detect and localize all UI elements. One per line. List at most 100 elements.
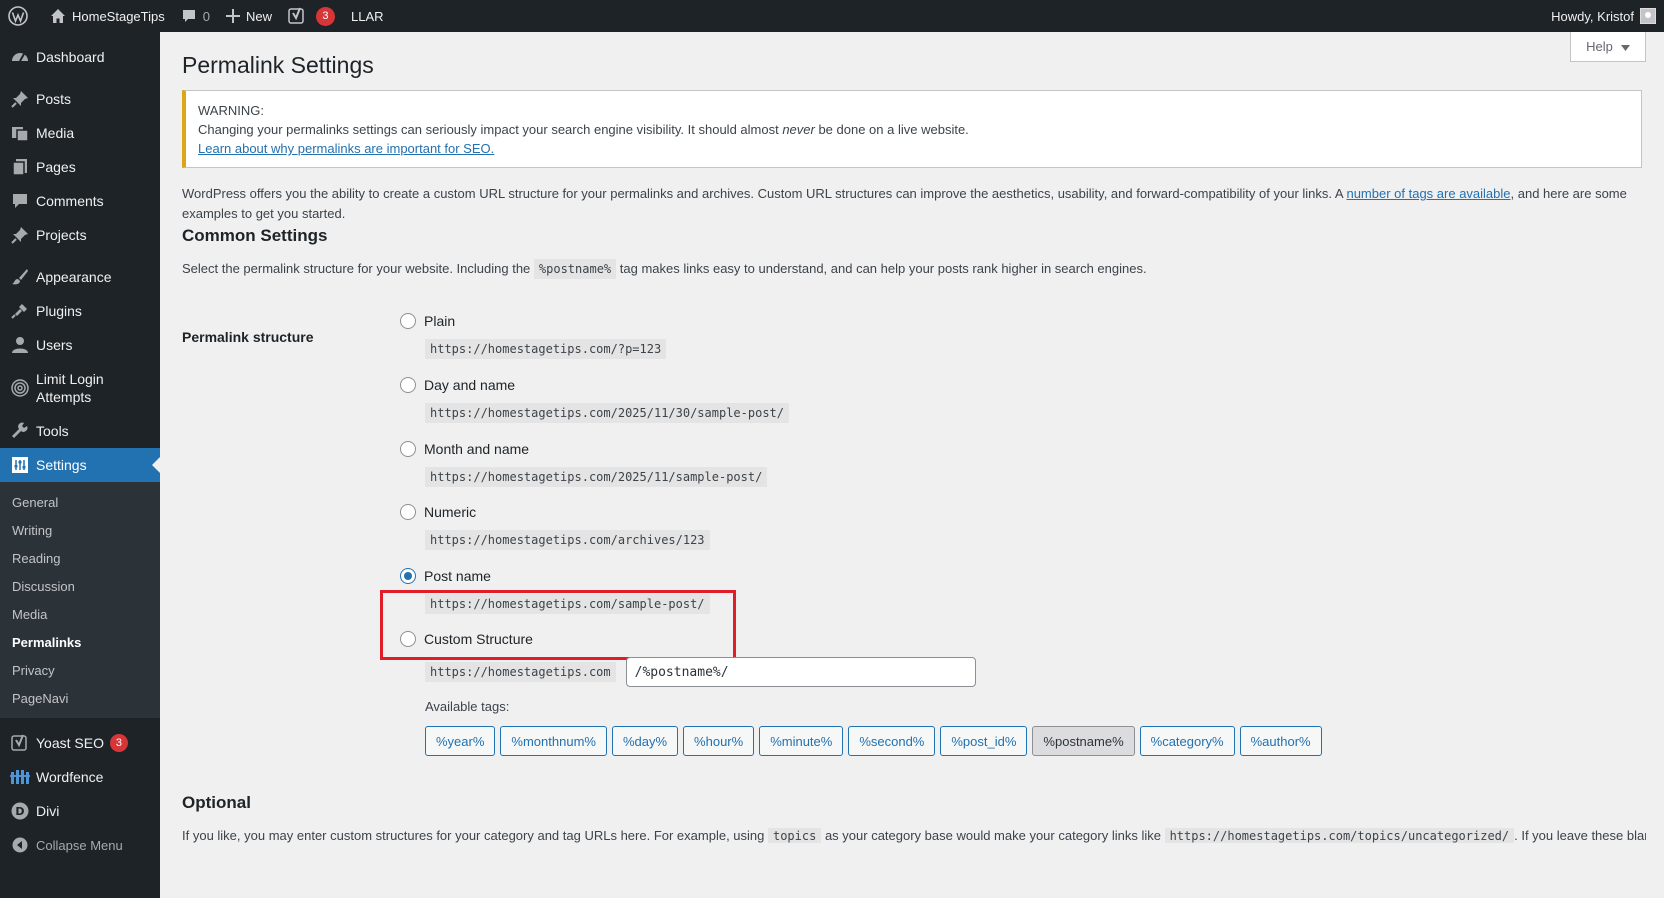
site-name-label: HomeStageTips [72, 8, 165, 24]
seo-permalinks-link[interactable]: Learn about why permalinks are important… [198, 141, 494, 156]
divi-logo-icon: D [10, 801, 30, 821]
tag-button-category[interactable]: %category% [1139, 726, 1235, 756]
warning-notice: WARNING: Changing your permalinks settin… [182, 90, 1642, 168]
site-name-link[interactable]: HomeStageTips [42, 0, 173, 32]
radio-numeric[interactable] [400, 504, 416, 520]
submenu-item-discussion[interactable]: Discussion [0, 572, 160, 600]
sidebar-item-label: Yoast SEO [36, 735, 104, 751]
svg-text:D: D [15, 805, 24, 818]
submenu-item-permalinks[interactable]: Permalinks [0, 628, 160, 656]
radio-month-and-name[interactable] [400, 441, 416, 457]
sidebar-item-label: Pages [36, 159, 76, 175]
sidebar-item-label: Media [36, 125, 75, 141]
tag-button-post-id[interactable]: %post_id% [940, 726, 1028, 756]
comments-button[interactable]: 0 [173, 0, 218, 32]
submenu-item-media[interactable]: Media [0, 600, 160, 628]
comment-bubble-icon [10, 191, 30, 211]
page-title: Permalink Settings [182, 52, 374, 78]
radio-post-name[interactable] [400, 568, 416, 584]
radio-row-day-and-name[interactable]: Day and name [400, 375, 1100, 395]
yoast-notification-badge: 3 [109, 734, 128, 752]
radio-custom-structure[interactable] [400, 631, 416, 647]
custom-structure-base-url: https://homestagetips.com [425, 662, 616, 682]
collapse-menu-button[interactable]: Collapse Menu [0, 828, 160, 862]
available-tags-label: Available tags: [425, 699, 510, 714]
fingerprint-icon [10, 378, 30, 398]
description-text: as your category base would make your ca… [821, 828, 1165, 843]
llar-button[interactable]: LLAR [343, 0, 392, 32]
sidebar-item-comments[interactable]: Comments [0, 184, 160, 218]
description-text: If you like, you may enter custom struct… [182, 828, 768, 843]
submenu-item-privacy[interactable]: Privacy [0, 656, 160, 684]
url-sample-day-and-name: https://homestagetips.com/2025/11/30/sam… [425, 403, 790, 423]
notice-text-part: be done on a live website. [814, 122, 969, 137]
sidebar-item-tools[interactable]: Tools [0, 414, 160, 448]
url-sample-plain: https://homestagetips.com/?p=123 [425, 339, 667, 359]
option-label: Numeric [424, 504, 477, 520]
sidebar-item-settings[interactable]: Settings [0, 448, 160, 482]
submenu-item-writing[interactable]: Writing [0, 516, 160, 544]
option-month-and-name: Month and name https://homestagetips.com… [400, 439, 1100, 487]
sidebar-item-appearance[interactable]: Appearance [0, 260, 160, 294]
radio-row-plain[interactable]: Plain [400, 311, 1100, 331]
sidebar-item-wordfence[interactable]: Wordfence [0, 760, 160, 794]
yoast-logo-icon [288, 7, 306, 25]
yoast-adminbar-button[interactable]: 3 [280, 0, 343, 32]
tag-button-monthnum[interactable]: %monthnum% [500, 726, 607, 756]
my-account-button[interactable]: Howdy, Kristof [1551, 8, 1664, 24]
howdy-label: Howdy, Kristof [1551, 8, 1634, 24]
option-day-and-name: Day and name https://homestagetips.com/2… [400, 375, 1100, 423]
sidebar-item-limit-login-attempts[interactable]: Limit Login Attempts [0, 362, 160, 414]
sidebar-item-yoast-seo[interactable]: Yoast SEO 3 [0, 726, 160, 760]
sidebar-item-label: Divi [36, 803, 60, 819]
sidebar-item-label: Posts [36, 91, 72, 107]
radio-row-month-and-name[interactable]: Month and name [400, 439, 1100, 459]
tag-button-hour[interactable]: %hour% [683, 726, 755, 756]
plus-icon [225, 9, 240, 23]
sidebar-item-plugins[interactable]: Plugins [0, 294, 160, 328]
permalink-structure-label: Permalink structure [182, 329, 314, 345]
tag-button-year[interactable]: %year% [425, 726, 496, 756]
admin-bar: HomeStageTips 0 New 3 LLAR Howdy, Kristo… [0, 0, 1664, 32]
description-text: Select the permalink structure for your … [182, 261, 534, 276]
caret-down-icon [1620, 39, 1630, 54]
sidebar-item-label: Plugins [36, 303, 82, 319]
wrench-icon [10, 421, 30, 441]
url-sample-numeric: https://homestagetips.com/archives/123 [425, 530, 710, 550]
tag-button-author[interactable]: %author% [1239, 726, 1322, 756]
radio-row-numeric[interactable]: Numeric [400, 502, 1100, 522]
submenu-item-reading[interactable]: Reading [0, 544, 160, 572]
sidebar-item-dashboard[interactable]: Dashboard [0, 40, 160, 74]
sidebar-item-label: Limit Login Attempts [36, 371, 104, 405]
available-tags-link[interactable]: number of tags are available [1346, 186, 1510, 201]
help-tab-button[interactable]: Help [1570, 32, 1646, 62]
pages-icon [10, 157, 30, 177]
tag-button-second[interactable]: %second% [848, 726, 936, 756]
sidebar-item-media[interactable]: Media [0, 116, 160, 150]
sidebar-item-label: Tools [36, 423, 69, 439]
wordpress-logo-button[interactable] [0, 0, 42, 32]
option-custom-structure: Custom Structure https://homestagetips.c… [400, 629, 1322, 756]
submenu-item-general[interactable]: General [0, 488, 160, 516]
sidebar-item-posts[interactable]: Posts [0, 82, 160, 116]
sidebar-item-users[interactable]: Users [0, 328, 160, 362]
tag-button-day[interactable]: %day% [611, 726, 679, 756]
url-sample-month-and-name: https://homestagetips.com/2025/11/sample… [425, 467, 768, 487]
main-content: Help Permalink Settings WARNING: Changin… [182, 32, 1646, 898]
custom-structure-input[interactable]: /%postname%/ [625, 657, 976, 687]
sidebar-item-divi[interactable]: D Divi [0, 794, 160, 828]
sidebar-item-pages[interactable]: Pages [0, 150, 160, 184]
radio-row-custom-structure[interactable]: Custom Structure [400, 629, 1300, 649]
radio-day-and-name[interactable] [400, 377, 416, 393]
tag-button-minute[interactable]: %minute% [759, 726, 844, 756]
tag-button-postname[interactable]: %postname% [1032, 726, 1135, 756]
radio-row-post-name[interactable]: Post name [400, 566, 1100, 586]
avatar [1640, 8, 1656, 24]
comments-count: 0 [202, 8, 210, 24]
sidebar-item-projects[interactable]: Projects [0, 218, 160, 252]
radio-plain[interactable] [400, 313, 416, 329]
pushpin-icon [10, 89, 30, 109]
sidebar-item-label: Comments [36, 193, 104, 209]
new-content-button[interactable]: New [218, 0, 280, 32]
submenu-item-pagenavi[interactable]: PageNavi [0, 684, 160, 712]
